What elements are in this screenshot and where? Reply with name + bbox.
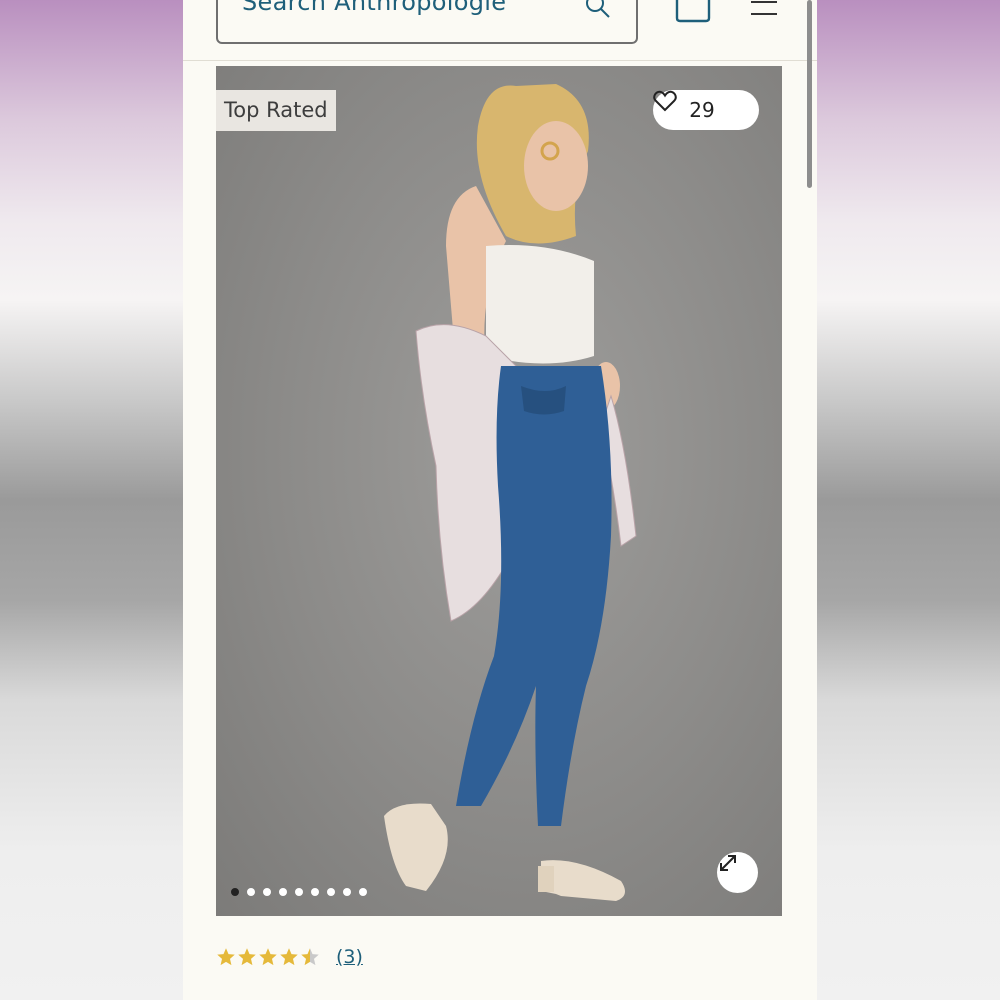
shopping-bag-icon[interactable] <box>675 0 711 28</box>
carousel-dot[interactable] <box>343 888 351 896</box>
carousel-dot[interactable] <box>279 888 287 896</box>
model-illustration <box>384 84 637 901</box>
star-icon <box>280 948 298 966</box>
star-rating <box>216 947 320 967</box>
image-carousel-dots[interactable] <box>231 888 367 896</box>
carousel-dot[interactable] <box>247 888 255 896</box>
product-rating: (3) <box>216 946 363 968</box>
scrollbar[interactable] <box>807 0 812 188</box>
star-icon <box>259 948 277 966</box>
favorite-button[interactable]: 29 <box>653 90 759 130</box>
background-left <box>0 0 183 1000</box>
favorites-count: 29 <box>689 98 715 122</box>
carousel-dot[interactable] <box>327 888 335 896</box>
hamburger-menu-icon[interactable] <box>749 0 779 24</box>
review-count-link[interactable]: (3) <box>336 946 363 968</box>
star-icon <box>217 948 235 966</box>
background-right <box>817 0 1000 1000</box>
phone-screen: Search Anthropologie Top Rated 29 (3) <box>183 0 817 1000</box>
carousel-dot[interactable] <box>359 888 367 896</box>
search-icon[interactable] <box>584 0 612 24</box>
search-placeholder: Search Anthropologie <box>242 0 507 16</box>
star-icon <box>238 948 256 966</box>
star-icon <box>301 948 319 966</box>
carousel-dot[interactable] <box>311 888 319 896</box>
carousel-dot[interactable] <box>295 888 303 896</box>
expand-image-button[interactable] <box>717 852 758 893</box>
search-input[interactable]: Search Anthropologie <box>216 0 638 44</box>
top-rated-badge: Top Rated <box>216 90 336 131</box>
carousel-dot[interactable] <box>231 888 239 896</box>
site-header: Search Anthropologie <box>183 0 817 61</box>
carousel-dot[interactable] <box>263 888 271 896</box>
product-image[interactable]: Top Rated 29 <box>216 66 782 916</box>
